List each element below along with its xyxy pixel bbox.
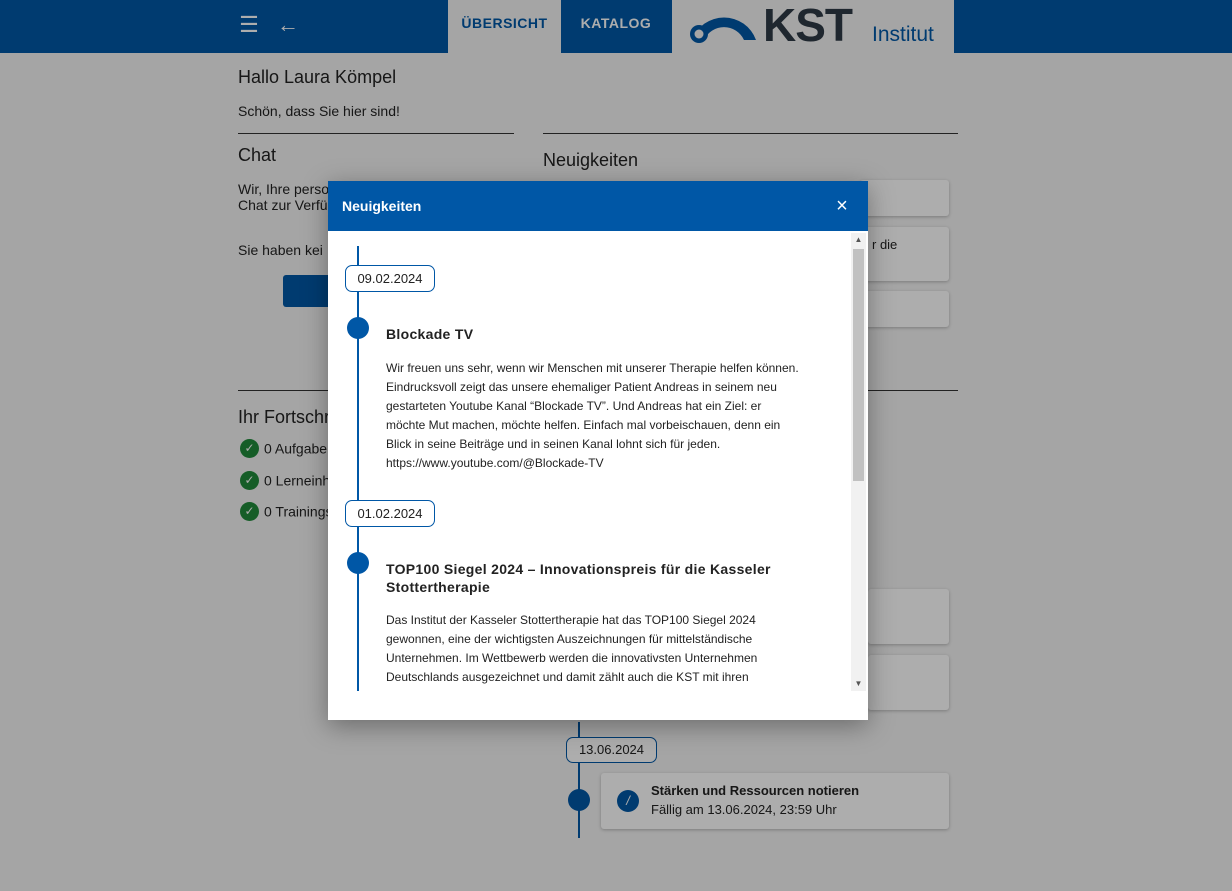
dialog-header: Neuigkeiten × bbox=[328, 181, 868, 231]
news-dialog: Neuigkeiten × 09.02.2024 Blockade TV Wir… bbox=[328, 181, 868, 720]
dialog-body[interactable]: 09.02.2024 Blockade TV Wir freuen uns se… bbox=[328, 231, 868, 691]
dialog-title: Neuigkeiten bbox=[342, 198, 422, 214]
scroll-up-icon[interactable]: ▲ bbox=[851, 233, 866, 247]
news-line: Das Institut der Kasseler Stottertherapi… bbox=[386, 613, 756, 627]
news-line: Blick in seine Beiträge und in seinen Ka… bbox=[386, 437, 721, 451]
scroll-down-icon[interactable]: ▼ bbox=[851, 677, 866, 691]
news-date: 01.02.2024 bbox=[345, 500, 435, 527]
news-headline-line2: Stottertherapie bbox=[386, 579, 491, 595]
news-headline: Blockade TV bbox=[386, 326, 474, 342]
news-line: gewonnen, eine der wichtigsten Auszeichn… bbox=[386, 632, 753, 646]
timeline-dot bbox=[347, 552, 369, 574]
scrollbar-thumb[interactable] bbox=[853, 249, 864, 481]
close-icon[interactable]: × bbox=[830, 194, 854, 218]
news-line: möchte Mut machen, möchte helfen. Einfac… bbox=[386, 418, 781, 432]
news-line: Wir freuen uns sehr, wenn wir Menschen m… bbox=[386, 361, 799, 375]
news-line: gestarteten Youtube Kanal “Blockade TV”.… bbox=[386, 399, 762, 413]
timeline-dot bbox=[347, 317, 369, 339]
timeline-line bbox=[357, 246, 359, 691]
dialog-scrollbar[interactable]: ▲ ▼ bbox=[851, 233, 866, 691]
news-line: Eindrucksvoll zeigt das unsere ehemalige… bbox=[386, 380, 777, 394]
news-date: 09.02.2024 bbox=[345, 265, 435, 292]
news-line: Unternehmen. Im Wettbewerb werden die in… bbox=[386, 651, 758, 665]
news-line: Deutschlands ausgezeichnet und damit zäh… bbox=[386, 670, 749, 684]
news-headline: TOP100 Siegel 2024 – Innovationspreis fü… bbox=[386, 561, 771, 577]
news-link[interactable]: https://www.youtube.com/@Blockade-TV bbox=[386, 454, 826, 473]
